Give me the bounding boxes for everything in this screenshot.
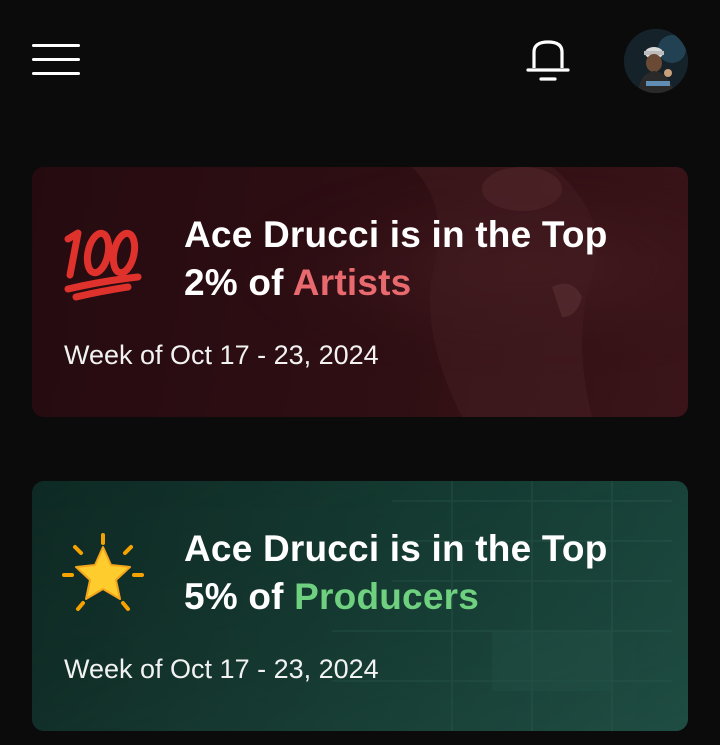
- ranking-date: Week of Oct 17 - 23, 2024: [64, 654, 379, 684]
- notifications-button[interactable]: [522, 38, 574, 84]
- ranking-title: Ace Drucci is in the Top 2% of Artists: [184, 211, 664, 307]
- ranking-category: Artists: [292, 262, 412, 303]
- ranking-card-artists[interactable]: Ace Drucci is in the Top 2% of Artists W…: [32, 167, 688, 417]
- avatar-image: [624, 29, 688, 93]
- user-avatar[interactable]: [624, 29, 688, 93]
- ranking-category: Producers: [294, 576, 479, 617]
- hamburger-line: [32, 58, 80, 61]
- menu-button[interactable]: [32, 44, 80, 78]
- hundred-points-icon: [64, 229, 142, 301]
- hamburger-menu-icon: [32, 44, 80, 47]
- ranking-date: Week of Oct 17 - 23, 2024: [64, 340, 379, 370]
- ranking-title: Ace Drucci is in the Top 5% of Producers: [184, 525, 664, 621]
- top-bar: [0, 0, 720, 130]
- glowing-star-icon: [62, 533, 144, 611]
- bell-icon: [526, 40, 570, 81]
- hamburger-line: [32, 72, 80, 75]
- ranking-card-producers[interactable]: Ace Drucci is in the Top 5% of Producers…: [32, 481, 688, 731]
